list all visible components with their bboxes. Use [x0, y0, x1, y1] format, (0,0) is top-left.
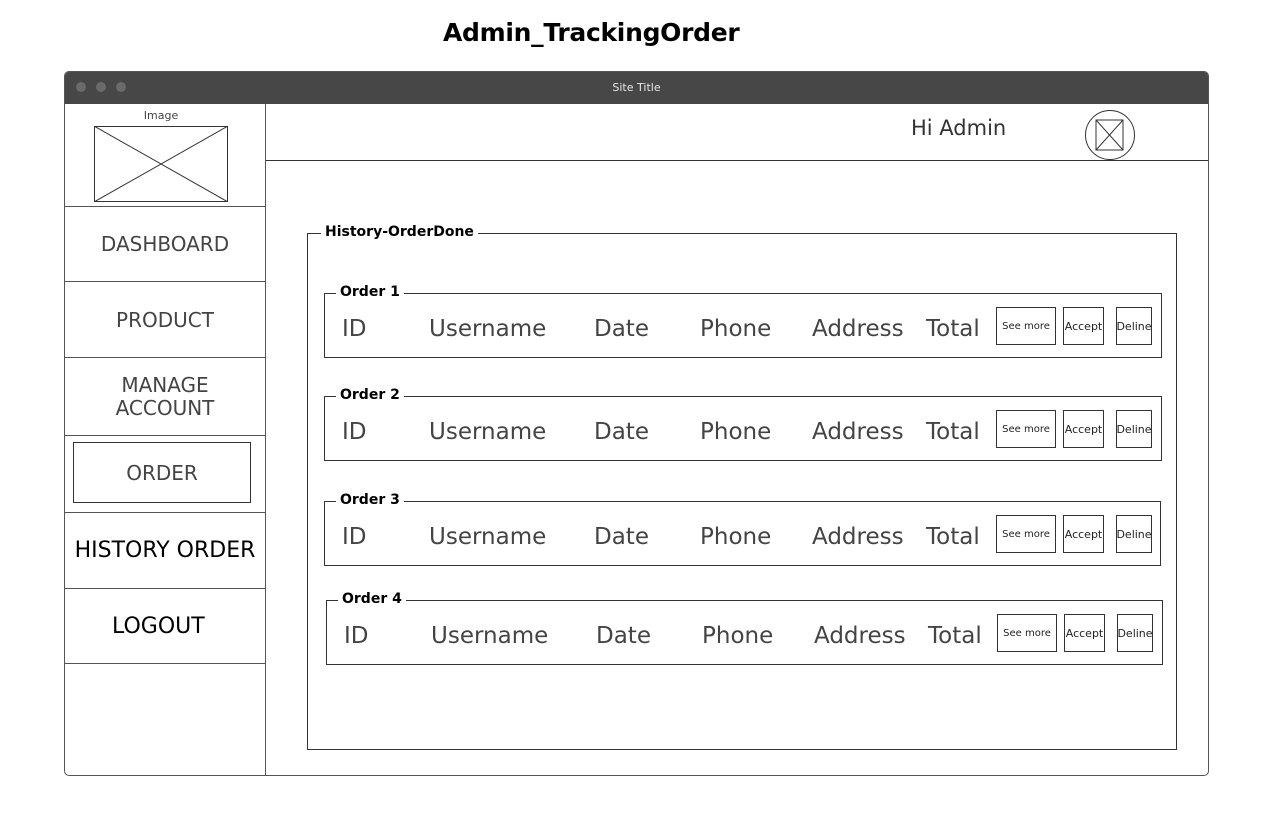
order-title: Order 2 — [336, 387, 404, 403]
order-address: Address — [814, 623, 906, 649]
sidebar-item-label: LOGOUT — [112, 613, 205, 639]
sidebar-item-history-order[interactable]: HISTORY ORDER — [65, 513, 265, 589]
browser-window: Site Title Image DASHBOARD PRODUCT MANAG… — [64, 71, 1209, 776]
order-username: Username — [429, 524, 547, 550]
order-date: Date — [594, 316, 649, 342]
order-phone: Phone — [700, 419, 772, 445]
order-address: Address — [812, 316, 904, 342]
order-date: Date — [594, 524, 649, 550]
decline-button[interactable]: Deline — [1116, 307, 1152, 345]
order-row: Order 2 ID Username Date Phone Address T… — [324, 387, 1162, 461]
sidebar-item-order[interactable]: ORDER — [65, 436, 265, 513]
order-total: Total — [926, 524, 980, 550]
order-date: Date — [594, 419, 649, 445]
order-id: ID — [344, 623, 369, 649]
order-row: Order 1 ID Username Date Phone Address T… — [324, 284, 1162, 358]
sidebar-item-label: PRODUCT — [116, 307, 214, 332]
order-title: Order 3 — [336, 492, 404, 508]
sidebar-item-label: ORDER — [126, 460, 198, 485]
greeting: Hi Admin — [911, 116, 1007, 140]
sidebar-item-label: DASHBOARD — [100, 231, 230, 256]
order-phone: Phone — [702, 623, 774, 649]
order-username: Username — [431, 623, 549, 649]
accept-button[interactable]: Accept — [1064, 614, 1105, 652]
order-total: Total — [928, 623, 982, 649]
panel-title: History-OrderDone — [321, 224, 478, 240]
sidebar-item-manage-account[interactable]: MANAGE ACCOUNT — [65, 358, 265, 436]
order-address: Address — [812, 419, 904, 445]
top-bar: Hi Admin — [266, 104, 1208, 161]
order-id: ID — [342, 316, 367, 342]
order-row: Order 4 ID Username Date Phone Address T… — [326, 591, 1163, 665]
order-row: Order 3 ID Username Date Phone Address T… — [324, 492, 1161, 566]
logo-area: Image — [65, 104, 265, 207]
order-id: ID — [342, 419, 367, 445]
accept-button[interactable]: Accept — [1063, 307, 1104, 345]
decline-button[interactable]: Deline — [1116, 410, 1152, 448]
logo-caption: Image — [143, 109, 179, 122]
sidebar-item-logout[interactable]: LOGOUT — [65, 589, 265, 664]
order-button-box[interactable]: ORDER — [73, 442, 251, 503]
accept-button[interactable]: Accept — [1063, 410, 1104, 448]
order-title: Order 4 — [338, 591, 406, 607]
sidebar: Image DASHBOARD PRODUCT MANAGE ACCOUNT O… — [65, 104, 266, 775]
page-heading: Admin_TrackingOrder — [443, 18, 740, 47]
see-more-button[interactable]: See more — [997, 614, 1057, 652]
order-date: Date — [596, 623, 651, 649]
avatar-placeholder-icon[interactable] — [1085, 110, 1135, 160]
order-title: Order 1 — [336, 284, 404, 300]
order-username: Username — [429, 316, 547, 342]
order-total: Total — [926, 419, 980, 445]
sidebar-item-label: HISTORY ORDER — [74, 538, 256, 563]
order-id: ID — [342, 524, 367, 550]
see-more-button[interactable]: See more — [996, 410, 1056, 448]
image-placeholder-icon — [94, 126, 228, 202]
order-username: Username — [429, 419, 547, 445]
window-title: Site Title — [612, 81, 661, 94]
decline-button[interactable]: Deline — [1116, 515, 1152, 553]
order-total: Total — [926, 316, 980, 342]
order-phone: Phone — [700, 316, 772, 342]
accept-button[interactable]: Accept — [1063, 515, 1104, 553]
sidebar-item-dashboard[interactable]: DASHBOARD — [65, 206, 265, 282]
see-more-button[interactable]: See more — [996, 515, 1056, 553]
decline-button[interactable]: Deline — [1117, 614, 1153, 652]
order-address: Address — [812, 524, 904, 550]
sidebar-item-product[interactable]: PRODUCT — [65, 282, 265, 358]
sidebar-item-label: MANAGE ACCOUNT — [115, 372, 215, 420]
history-order-panel: History-OrderDone Order 1 ID Username Da… — [307, 224, 1177, 750]
order-phone: Phone — [700, 524, 772, 550]
see-more-button[interactable]: See more — [996, 307, 1056, 345]
title-bar: Site Title — [65, 72, 1208, 104]
